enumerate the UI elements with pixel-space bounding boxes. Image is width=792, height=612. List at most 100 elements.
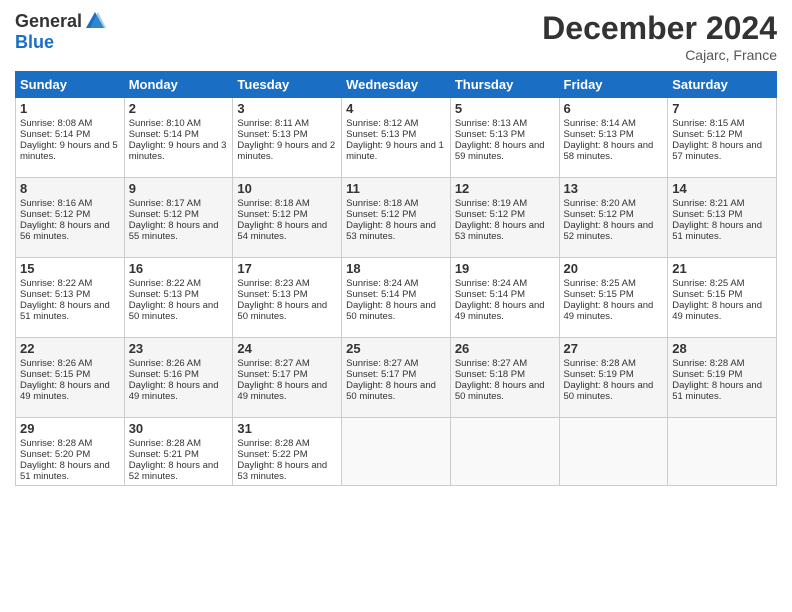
month-year: December 2024	[542, 10, 777, 47]
daylight-text: Daylight: 8 hours and 53 minutes.	[237, 460, 327, 482]
sunset-text: Sunset: 5:15 PM	[20, 369, 90, 380]
day-number: 22	[20, 341, 120, 356]
sunrise-text: Sunrise: 8:28 AM	[129, 438, 201, 449]
sunset-text: Sunset: 5:14 PM	[346, 289, 416, 300]
sunrise-text: Sunrise: 8:12 AM	[346, 118, 418, 129]
day-number: 29	[20, 421, 120, 436]
day-number: 1	[20, 101, 120, 116]
daylight-text: Daylight: 8 hours and 49 minutes.	[564, 300, 654, 322]
table-row: 24Sunrise: 8:27 AMSunset: 5:17 PMDayligh…	[233, 338, 342, 418]
sunrise-text: Sunrise: 8:27 AM	[455, 358, 527, 369]
sunset-text: Sunset: 5:20 PM	[20, 449, 90, 460]
sunset-text: Sunset: 5:12 PM	[672, 129, 742, 140]
sunrise-text: Sunrise: 8:18 AM	[237, 198, 309, 209]
day-number: 31	[237, 421, 337, 436]
day-number: 23	[129, 341, 229, 356]
sunrise-text: Sunrise: 8:24 AM	[455, 278, 527, 289]
calendar-header-row: Sunday Monday Tuesday Wednesday Thursday…	[16, 72, 777, 98]
table-row: 20Sunrise: 8:25 AMSunset: 5:15 PMDayligh…	[559, 258, 668, 338]
daylight-text: Daylight: 8 hours and 51 minutes.	[672, 220, 762, 242]
sunset-text: Sunset: 5:13 PM	[455, 129, 525, 140]
table-row: 4Sunrise: 8:12 AMSunset: 5:13 PMDaylight…	[342, 98, 451, 178]
sunset-text: Sunset: 5:12 PM	[20, 209, 90, 220]
daylight-text: Daylight: 8 hours and 49 minutes.	[129, 380, 219, 402]
day-number: 9	[129, 181, 229, 196]
sunrise-text: Sunrise: 8:13 AM	[455, 118, 527, 129]
table-row: 6Sunrise: 8:14 AMSunset: 5:13 PMDaylight…	[559, 98, 668, 178]
sunrise-text: Sunrise: 8:14 AM	[564, 118, 636, 129]
daylight-text: Daylight: 8 hours and 57 minutes.	[672, 140, 762, 162]
daylight-text: Daylight: 8 hours and 53 minutes.	[346, 220, 436, 242]
daylight-text: Daylight: 8 hours and 56 minutes.	[20, 220, 110, 242]
daylight-text: Daylight: 8 hours and 49 minutes.	[672, 300, 762, 322]
sunrise-text: Sunrise: 8:17 AM	[129, 198, 201, 209]
col-friday: Friday	[559, 72, 668, 98]
table-row: 21Sunrise: 8:25 AMSunset: 5:15 PMDayligh…	[668, 258, 777, 338]
day-number: 30	[129, 421, 229, 436]
day-number: 11	[346, 181, 446, 196]
daylight-text: Daylight: 8 hours and 52 minutes.	[129, 460, 219, 482]
sunrise-text: Sunrise: 8:26 AM	[129, 358, 201, 369]
daylight-text: Daylight: 8 hours and 55 minutes.	[129, 220, 219, 242]
col-saturday: Saturday	[668, 72, 777, 98]
sunrise-text: Sunrise: 8:11 AM	[237, 118, 309, 129]
sunrise-text: Sunrise: 8:08 AM	[20, 118, 92, 129]
col-wednesday: Wednesday	[342, 72, 451, 98]
logo-blue-text: Blue	[15, 32, 54, 53]
sunset-text: Sunset: 5:13 PM	[237, 289, 307, 300]
day-number: 14	[672, 181, 772, 196]
day-number: 7	[672, 101, 772, 116]
day-number: 2	[129, 101, 229, 116]
daylight-text: Daylight: 8 hours and 50 minutes.	[346, 380, 436, 402]
table-row: 3Sunrise: 8:11 AMSunset: 5:13 PMDaylight…	[233, 98, 342, 178]
sunrise-text: Sunrise: 8:16 AM	[20, 198, 92, 209]
sunset-text: Sunset: 5:12 PM	[455, 209, 525, 220]
header: General Blue December 2024 Cajarc, Franc…	[15, 10, 777, 63]
daylight-text: Daylight: 9 hours and 1 minute.	[346, 140, 444, 162]
daylight-text: Daylight: 8 hours and 50 minutes.	[455, 380, 545, 402]
sunset-text: Sunset: 5:12 PM	[346, 209, 416, 220]
table-row: 11Sunrise: 8:18 AMSunset: 5:12 PMDayligh…	[342, 178, 451, 258]
table-row: 22Sunrise: 8:26 AMSunset: 5:15 PMDayligh…	[16, 338, 125, 418]
table-row: 7Sunrise: 8:15 AMSunset: 5:12 PMDaylight…	[668, 98, 777, 178]
calendar-container: General Blue December 2024 Cajarc, Franc…	[0, 0, 792, 496]
day-number: 8	[20, 181, 120, 196]
table-row: 12Sunrise: 8:19 AMSunset: 5:12 PMDayligh…	[450, 178, 559, 258]
table-row	[668, 418, 777, 486]
sunset-text: Sunset: 5:12 PM	[564, 209, 634, 220]
daylight-text: Daylight: 8 hours and 52 minutes.	[564, 220, 654, 242]
sunrise-text: Sunrise: 8:22 AM	[129, 278, 201, 289]
daylight-text: Daylight: 8 hours and 49 minutes.	[455, 300, 545, 322]
table-row: 10Sunrise: 8:18 AMSunset: 5:12 PMDayligh…	[233, 178, 342, 258]
table-row: 28Sunrise: 8:28 AMSunset: 5:19 PMDayligh…	[668, 338, 777, 418]
sunrise-text: Sunrise: 8:28 AM	[20, 438, 92, 449]
daylight-text: Daylight: 9 hours and 2 minutes.	[237, 140, 335, 162]
sunrise-text: Sunrise: 8:25 AM	[564, 278, 636, 289]
day-number: 13	[564, 181, 664, 196]
daylight-text: Daylight: 8 hours and 51 minutes.	[20, 460, 110, 482]
daylight-text: Daylight: 8 hours and 50 minutes.	[129, 300, 219, 322]
sunrise-text: Sunrise: 8:25 AM	[672, 278, 744, 289]
sunset-text: Sunset: 5:21 PM	[129, 449, 199, 460]
calendar-table: Sunday Monday Tuesday Wednesday Thursday…	[15, 71, 777, 486]
logo-icon	[84, 10, 106, 32]
table-row: 13Sunrise: 8:20 AMSunset: 5:12 PMDayligh…	[559, 178, 668, 258]
daylight-text: Daylight: 8 hours and 54 minutes.	[237, 220, 327, 242]
table-row: 23Sunrise: 8:26 AMSunset: 5:16 PMDayligh…	[124, 338, 233, 418]
table-row: 1Sunrise: 8:08 AMSunset: 5:14 PMDaylight…	[16, 98, 125, 178]
day-number: 6	[564, 101, 664, 116]
daylight-text: Daylight: 8 hours and 49 minutes.	[237, 380, 327, 402]
day-number: 27	[564, 341, 664, 356]
day-number: 18	[346, 261, 446, 276]
sunrise-text: Sunrise: 8:10 AM	[129, 118, 201, 129]
day-number: 26	[455, 341, 555, 356]
daylight-text: Daylight: 8 hours and 50 minutes.	[346, 300, 436, 322]
daylight-text: Daylight: 8 hours and 53 minutes.	[455, 220, 545, 242]
col-tuesday: Tuesday	[233, 72, 342, 98]
daylight-text: Daylight: 8 hours and 58 minutes.	[564, 140, 654, 162]
table-row: 26Sunrise: 8:27 AMSunset: 5:18 PMDayligh…	[450, 338, 559, 418]
table-row: 29 Sunrise: 8:28 AMSunset: 5:20 PMDayligh…	[16, 418, 125, 486]
col-monday: Monday	[124, 72, 233, 98]
sunset-text: Sunset: 5:15 PM	[672, 289, 742, 300]
sunrise-text: Sunrise: 8:28 AM	[672, 358, 744, 369]
